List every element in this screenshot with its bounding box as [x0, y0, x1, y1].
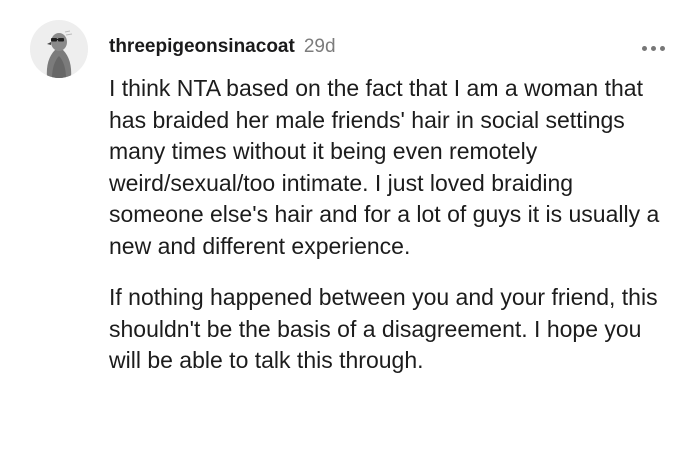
- timestamp[interactable]: 29d: [304, 36, 336, 58]
- more-horizontal-icon: [650, 45, 656, 51]
- comment: threepigeonsinacoat 29d I think NTA base…: [0, 0, 700, 465]
- comment-header: threepigeonsinacoat 29d: [109, 36, 336, 62]
- avatar[interactable]: [30, 20, 88, 78]
- comment-body: I think NTA based on the fact that I am …: [109, 73, 669, 377]
- pigeon-icon: [30, 20, 88, 78]
- more-horizontal-icon: [659, 45, 665, 51]
- comment-paragraph: I think NTA based on the fact that I am …: [109, 75, 660, 259]
- username-link[interactable]: threepigeonsinacoat: [109, 36, 295, 58]
- more-options-button[interactable]: [636, 38, 670, 58]
- comment-paragraph: If nothing happened between you and your…: [109, 284, 658, 373]
- more-horizontal-icon: [641, 45, 647, 51]
